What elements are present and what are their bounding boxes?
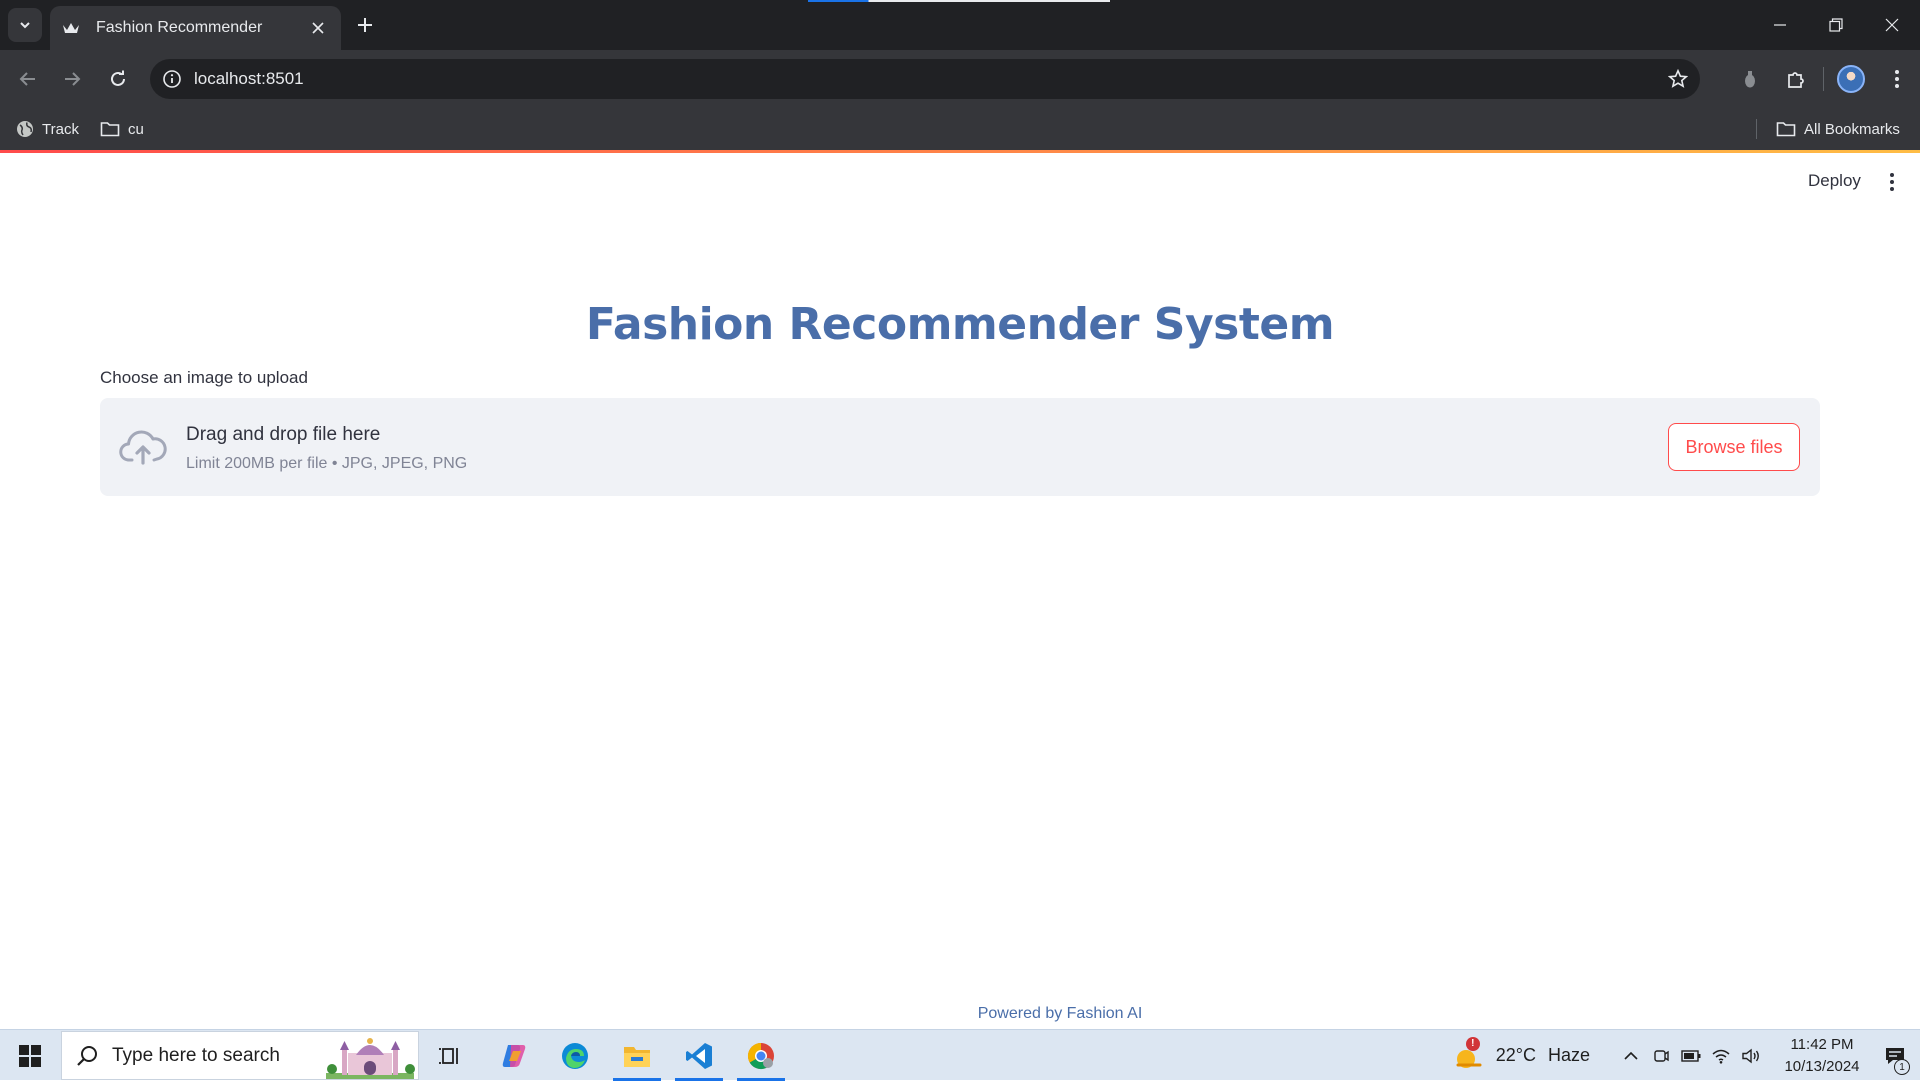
- weather-widget[interactable]: ! 22°C Haze: [1454, 1036, 1590, 1071]
- show-hidden-icons-button[interactable]: [1616, 1030, 1646, 1081]
- uploader-label: Choose an image to upload: [100, 368, 308, 387]
- avatar: [1837, 65, 1865, 93]
- meet-now-icon[interactable]: [1646, 1030, 1676, 1081]
- battery-icon[interactable]: [1676, 1030, 1706, 1081]
- streamlit-crown-icon: [62, 19, 80, 37]
- windows-taskbar: Type here to search ! 22°C Haze 11:42 PM…: [0, 1029, 1920, 1081]
- tab-search-button[interactable]: [8, 8, 42, 42]
- chrome-icon: [747, 1042, 774, 1069]
- active-tab[interactable]: Fashion Recommender: [50, 6, 341, 50]
- app-content: Deploy Fashion Recommender System Choose…: [0, 153, 1920, 1029]
- copilot-icon: [502, 1044, 526, 1067]
- dropzone-limits: Limit 200MB per file • JPG, JPEG, PNG: [186, 455, 468, 472]
- minimize-icon: [1774, 24, 1786, 26]
- url-text: localhost:8501: [194, 69, 304, 88]
- site-info-icon[interactable]: [150, 69, 194, 89]
- wifi-icon[interactable]: [1706, 1030, 1736, 1081]
- chevron-down-icon: [20, 22, 30, 29]
- forward-button[interactable]: [56, 63, 88, 95]
- bookmark-star-icon[interactable]: [1656, 69, 1700, 89]
- main-menu-button[interactable]: [1876, 166, 1908, 198]
- extensions-puzzle-icon[interactable]: [1773, 50, 1819, 108]
- toolbar-separator: [1823, 67, 1824, 91]
- weather-sun-icon: !: [1454, 1036, 1484, 1071]
- bookmark-track[interactable]: Track: [16, 108, 79, 150]
- search-icon: [62, 1045, 112, 1067]
- more-vertical-icon: [1890, 173, 1894, 191]
- taskbar-search[interactable]: Type here to search: [61, 1031, 419, 1080]
- cloud-upload-icon: [118, 424, 168, 470]
- close-tab-icon[interactable]: [307, 17, 329, 39]
- globe-icon: [17, 121, 33, 137]
- extension-icon[interactable]: [1727, 50, 1773, 108]
- back-button[interactable]: [12, 63, 44, 95]
- vscode-button[interactable]: [669, 1030, 729, 1081]
- bookmarks-bar: Track cu All Bookmarks: [0, 108, 1920, 150]
- page-title: Fashion Recommender System: [585, 299, 1335, 350]
- reload-button[interactable]: [102, 63, 134, 95]
- footer-text: Powered by Fashion AI: [977, 1005, 1143, 1022]
- start-button[interactable]: [0, 1030, 60, 1081]
- close-icon: [1885, 18, 1899, 32]
- profile-button[interactable]: [1828, 50, 1874, 108]
- clock-time: 11:42 PM: [1790, 1035, 1854, 1053]
- chrome-button[interactable]: [731, 1030, 791, 1081]
- minimize-button[interactable]: [1752, 0, 1808, 50]
- file-explorer-button[interactable]: [607, 1030, 667, 1081]
- windows-logo-icon: [19, 1044, 41, 1067]
- task-view-icon: [439, 1047, 458, 1064]
- restore-button[interactable]: [1808, 0, 1864, 50]
- vscode-icon: [686, 1042, 712, 1069]
- notification-center-button[interactable]: 1: [1870, 1030, 1920, 1081]
- weather-condition: Haze: [1547, 1045, 1590, 1065]
- new-tab-button[interactable]: [350, 10, 380, 40]
- weather-temperature: 22°C: [1495, 1045, 1536, 1065]
- volume-icon[interactable]: [1736, 1030, 1766, 1081]
- search-highlight-illustration: [326, 1037, 415, 1079]
- file-dropzone[interactable]: Drag and drop file here Limit 200MB per …: [100, 398, 1820, 496]
- clock-date: 10/13/2024: [1784, 1057, 1860, 1075]
- notification-count-badge: 1: [1894, 1059, 1910, 1075]
- bookmark-label: cu: [128, 120, 144, 138]
- tab-loading-indicator: [808, 0, 1110, 2]
- task-view-button[interactable]: [420, 1030, 480, 1081]
- chevron-up-icon: [1624, 1051, 1638, 1060]
- file-explorer-icon: [624, 1046, 650, 1067]
- arrow-right-icon: [65, 72, 81, 86]
- dropzone-title: Drag and drop file here: [186, 424, 381, 445]
- bookmark-label: Track: [42, 120, 79, 138]
- edge-icon: [562, 1042, 588, 1069]
- tab-title: Fashion Recommender: [96, 19, 263, 36]
- restore-icon: [1829, 18, 1843, 32]
- deploy-button[interactable]: Deploy: [1792, 163, 1877, 199]
- bookmark-folder-cu[interactable]: cu: [100, 108, 144, 150]
- bookmarks-separator: [1756, 119, 1757, 139]
- browse-files-button[interactable]: Browse files: [1668, 423, 1800, 471]
- browser-tab-bar: Fashion Recommender: [0, 0, 1920, 50]
- search-placeholder: Type here to search: [112, 1044, 280, 1066]
- weather-alert-badge: !: [1465, 1036, 1480, 1051]
- close-window-button[interactable]: [1864, 0, 1920, 50]
- folder-icon: [100, 122, 120, 137]
- reload-icon: [111, 70, 125, 86]
- chrome-menu-button[interactable]: [1874, 50, 1920, 108]
- browser-toolbar: localhost:8501: [0, 50, 1920, 108]
- toolbar-actions: [1727, 50, 1920, 108]
- more-vertical-icon: [1895, 70, 1899, 88]
- folder-icon: [1776, 122, 1796, 137]
- arrow-left-icon: [19, 72, 35, 86]
- all-bookmarks-label: All Bookmarks: [1804, 120, 1900, 138]
- edge-button[interactable]: [545, 1030, 605, 1081]
- plus-icon: [358, 18, 372, 32]
- taskbar-clock[interactable]: 11:42 PM 10/13/2024: [1774, 1034, 1870, 1078]
- address-bar[interactable]: localhost:8501: [150, 59, 1700, 99]
- all-bookmarks-button[interactable]: All Bookmarks: [1776, 108, 1900, 150]
- copilot-button[interactable]: [484, 1030, 544, 1081]
- window-controls: [1752, 0, 1920, 50]
- system-tray: ! 22°C Haze 11:42 PM 10/13/2024 1: [1454, 1030, 1920, 1081]
